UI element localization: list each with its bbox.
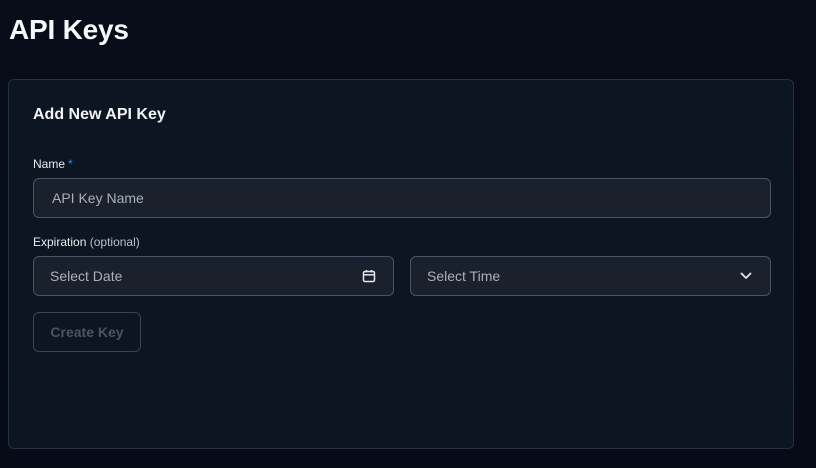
card-title: Add New API Key	[33, 106, 166, 123]
time-select[interactable]: Select Time	[410, 256, 771, 296]
date-placeholder: Select Date	[50, 268, 123, 284]
time-placeholder: Select Time	[427, 268, 501, 284]
create-key-button[interactable]: Create Key	[33, 312, 141, 352]
calendar-icon[interactable]	[361, 268, 377, 284]
date-picker[interactable]: Select Date	[33, 256, 394, 296]
optional-label: (optional)	[89, 235, 140, 249]
name-field[interactable]	[33, 178, 771, 218]
expiration-label-text: Expiration	[33, 235, 87, 249]
add-api-key-card: Add New API Key Name* Expiration (option…	[8, 79, 794, 449]
name-label-text: Name	[33, 157, 66, 171]
expiration-label: Expiration (optional)	[33, 235, 140, 249]
name-label: Name *	[33, 157, 73, 171]
name-input[interactable]	[34, 179, 770, 217]
chevron-down-icon	[738, 268, 754, 284]
required-indicator: *	[68, 157, 73, 171]
page-title: API Keys	[9, 14, 129, 45]
